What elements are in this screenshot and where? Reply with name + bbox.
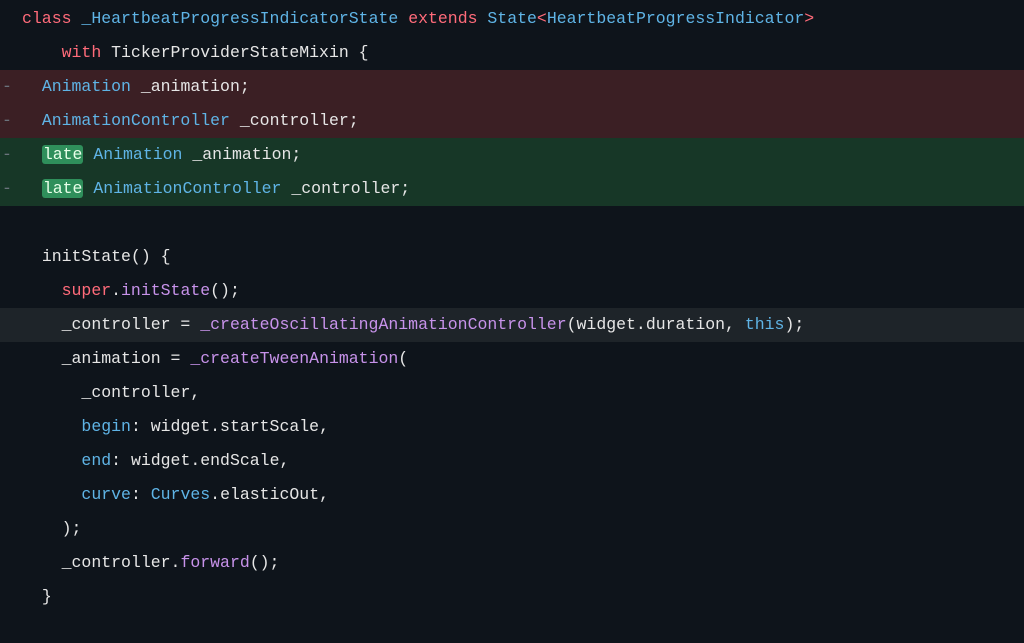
blank-line — [0, 206, 1024, 240]
keyword-this: this — [745, 315, 785, 334]
code-line-10: _controller = _createOscillatingAnimatio… — [0, 308, 1024, 342]
code-line-2: with TickerProviderStateMixin { — [0, 36, 1024, 70]
code-line-17: _controller.forward(); — [0, 546, 1024, 580]
code-line-super: super.initState(); — [0, 274, 1024, 308]
fn-create-osc: _createOscillatingAnimationController — [200, 315, 566, 334]
diff-added-line: - late AnimationController _controller; — [0, 172, 1024, 206]
diff-minus-icon: - — [0, 104, 14, 138]
diff-deleted-line: - AnimationController _controller; — [0, 104, 1024, 138]
named-arg-end: end — [81, 451, 111, 470]
fn-create-tween: _createTweenAnimation — [190, 349, 398, 368]
diff-added-line: - late Animation _animation; — [0, 138, 1024, 172]
fn-forward: forward — [180, 553, 249, 572]
code-line-16: ); — [0, 512, 1024, 546]
mixin-name: TickerProviderStateMixin { — [111, 43, 368, 62]
code-line-initstate: initState() { — [0, 240, 1024, 274]
type-controller: AnimationController — [42, 111, 230, 130]
code-line-13: begin: widget.startScale, — [0, 410, 1024, 444]
code-line-15: curve: Curves.elasticOut, — [0, 478, 1024, 512]
code-line-18: } — [0, 580, 1024, 614]
class-name: _HeartbeatProgressIndicatorState — [81, 9, 398, 28]
keyword-super: super — [62, 281, 112, 300]
code-line-1: class _HeartbeatProgressIndicatorState e… — [0, 2, 1024, 36]
diff-minus-icon: - — [0, 70, 14, 104]
keyword-class: class — [22, 9, 72, 28]
diff-minus-icon: - — [0, 172, 14, 206]
keyword-late: late — [42, 179, 84, 198]
class-curves: Curves — [151, 485, 210, 504]
keyword-late: late — [42, 145, 84, 164]
type-state: State — [487, 9, 537, 28]
code-line-14: end: widget.endScale, — [0, 444, 1024, 478]
named-arg-begin: begin — [81, 417, 131, 436]
code-line-11: _animation = _createTweenAnimation( — [0, 342, 1024, 376]
diff-minus-icon: - — [0, 138, 14, 172]
diff-deleted-line: - Animation _animation; — [0, 70, 1024, 104]
code-line-12: _controller, — [0, 376, 1024, 410]
named-arg-curve: curve — [81, 485, 131, 504]
type-animation: Animation — [42, 77, 131, 96]
keyword-extends: extends — [408, 9, 477, 28]
type-param: HeartbeatProgressIndicator — [547, 9, 804, 28]
keyword-with: with — [62, 43, 102, 62]
